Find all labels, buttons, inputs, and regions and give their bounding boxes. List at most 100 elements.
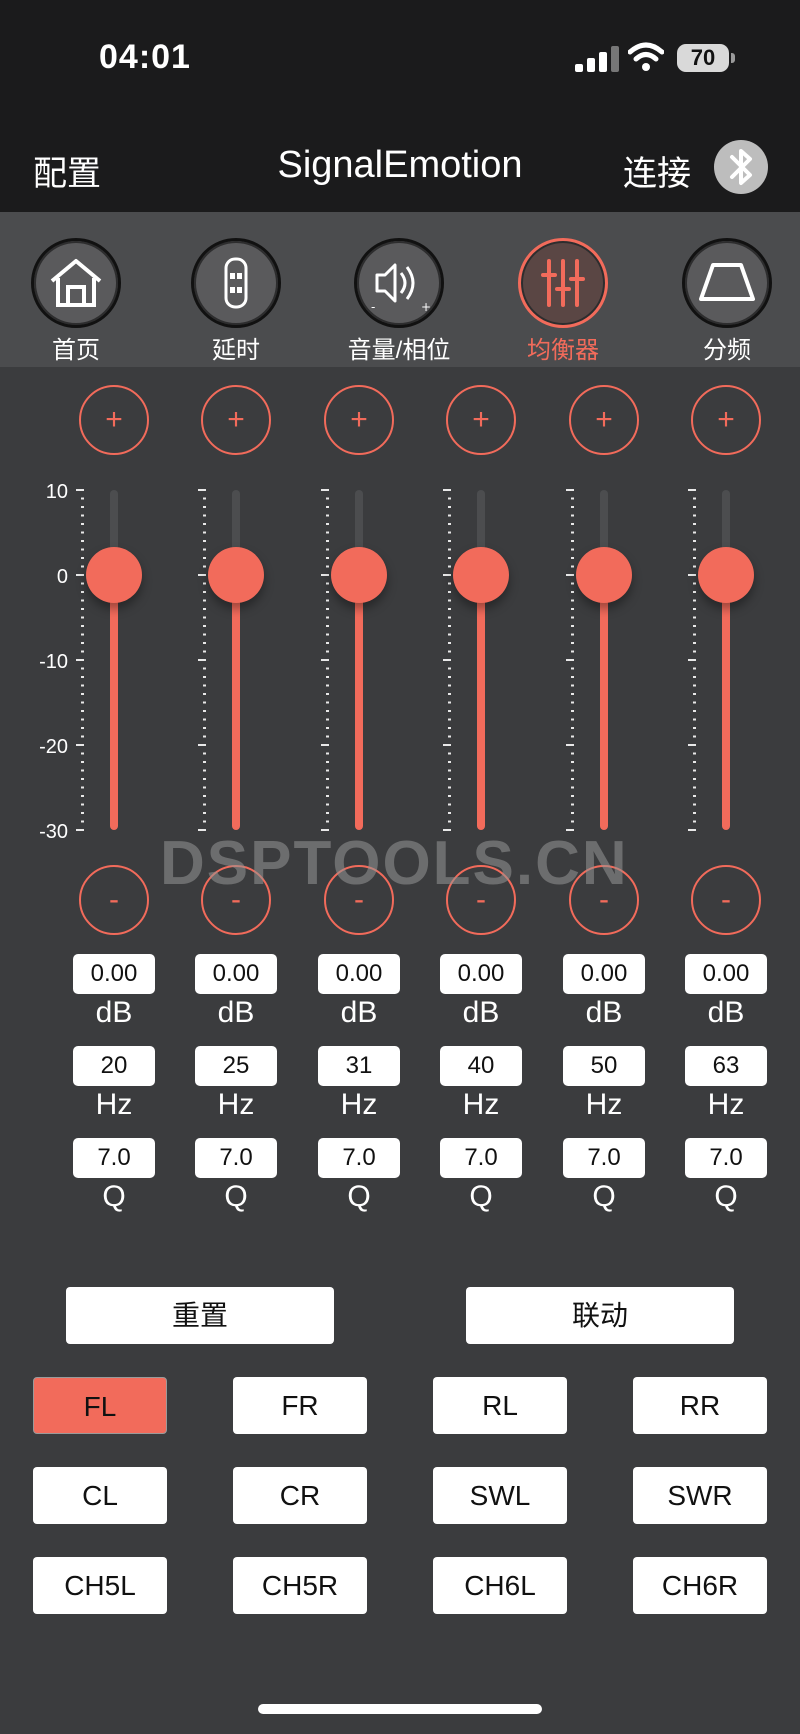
band-5-freq-unit: Hz [585,1088,623,1121]
band-5-q-field[interactable]: 7.0 [563,1138,645,1178]
band-1-q-field[interactable]: 7.0 [73,1138,155,1178]
band-5-tick-scale [566,489,574,831]
band-1-q-unit: Q [102,1180,126,1213]
band-5-slider-knob[interactable] [576,547,632,603]
band-6-plus-button[interactable]: + [691,385,761,455]
band-6-minus-button[interactable]: - [691,865,761,935]
band-1-minus-button[interactable]: - [79,865,149,935]
band-2-q-unit: Q [224,1180,248,1213]
band-2-tick-scale [198,489,206,831]
band-4-q-field[interactable]: 7.0 [440,1138,522,1178]
home-indicator [258,1704,542,1714]
channel-button-rr[interactable]: RR [633,1377,767,1434]
app-header: 配置 SignalEmotion 连接 [0,110,800,212]
band-2-freq-unit: Hz [217,1088,255,1121]
band-3-tick-scale [321,489,329,831]
reset-button[interactable]: 重置 [66,1287,334,1344]
channel-button-swr[interactable]: SWR [633,1467,767,1524]
tab-home-label: 首页 [52,337,100,364]
band-4-track-fill [477,575,485,830]
channel-button-cr[interactable]: CR [233,1467,367,1524]
band-1-freq-unit: Hz [95,1088,133,1121]
band-1-gain-unit: dB [95,996,133,1029]
band-6-tick-scale [688,489,696,831]
band-4-tick-scale [443,489,451,831]
channel-button-swl[interactable]: SWL [433,1467,567,1524]
svg-text:+: + [421,300,431,314]
tab-home-circle [31,238,121,328]
tab-volume-phase[interactable]: - + 音量/相位 [329,222,469,364]
band-4-gain-unit: dB [462,996,500,1029]
status-bar: 04:01 70 [0,0,800,110]
link-button[interactable]: 联动 [466,1287,734,1344]
equalizer-icon [541,259,585,307]
battery-nub [731,53,735,63]
band-3-plus-button[interactable]: + [324,385,394,455]
band-2-freq-field[interactable]: 25 [195,1046,277,1086]
band-2-q-field[interactable]: 7.0 [195,1138,277,1178]
tab-volume-phase-circle: - + [354,238,444,328]
channel-button-fr[interactable]: FR [233,1377,367,1434]
band-1-track-fill [110,575,118,830]
band-4-freq-unit: Hz [462,1088,500,1121]
band-6-gain-unit: dB [707,996,745,1029]
scale-label-10: 10 [45,481,68,503]
tab-equalizer-circle [518,238,608,328]
bluetooth-icon[interactable] [714,140,768,194]
band-4-slider-knob[interactable] [453,547,509,603]
channel-button-ch5l[interactable]: CH5L [33,1557,167,1614]
channel-button-ch6l[interactable]: CH6L [433,1557,567,1614]
band-4-freq-field[interactable]: 40 [440,1046,522,1086]
channel-button-fl[interactable]: FL [33,1377,167,1434]
band-6-q-field[interactable]: 7.0 [685,1138,767,1178]
band-5-plus-button[interactable]: + [569,385,639,455]
band-4-plus-button[interactable]: + [446,385,516,455]
band-3-freq-field[interactable]: 31 [318,1046,400,1086]
svg-text:-: - [371,300,375,314]
speaker-phase-icon: - + [371,263,431,314]
band-3-gain-field[interactable]: 0.00 [318,954,400,994]
channel-button-cl[interactable]: CL [33,1467,167,1524]
band-6-gain-field[interactable]: 0.00 [685,954,767,994]
tab-crossover-circle [682,238,772,328]
band-3-freq-unit: Hz [340,1088,378,1121]
band-1-freq-field[interactable]: 20 [73,1046,155,1086]
band-4-gain-field[interactable]: 0.00 [440,954,522,994]
band-2-gain-field[interactable]: 0.00 [195,954,277,994]
car-seat-icon [224,257,248,309]
home-icon [50,259,102,307]
band-6-slider-knob[interactable] [698,547,754,603]
band-3-track-fill [355,575,363,830]
watermark: DSPTOOLS.CN [160,829,629,898]
channel-button-rl[interactable]: RL [433,1377,567,1434]
scale-label-minus30: -30 [39,821,68,843]
band-3-q-field[interactable]: 7.0 [318,1138,400,1178]
band-6-q-unit: Q [714,1180,738,1213]
band-3-slider-knob[interactable] [331,547,387,603]
band-5-track-fill [600,575,608,830]
channel-button-ch5r[interactable]: CH5R [233,1557,367,1614]
status-time: 04:01 [99,38,191,76]
connect-button[interactable]: 连接 [623,146,691,195]
band-2-plus-button[interactable]: + [201,385,271,455]
tab-home[interactable]: 首页 [6,222,146,364]
band-2-slider-knob[interactable] [208,547,264,603]
band-1-slider-knob[interactable] [86,547,142,603]
band-6-track-fill [722,575,730,830]
channel-button-ch6r[interactable]: CH6R [633,1557,767,1614]
band-1-gain-field[interactable]: 0.00 [73,954,155,994]
battery-icon: 70 [677,44,729,72]
tab-delay-circle [191,238,281,328]
band-5-freq-field[interactable]: 50 [563,1046,645,1086]
band-3-gain-unit: dB [340,996,378,1029]
tab-crossover-label: 分频 [703,337,751,364]
equalizer-panel: 10 0 -10 -20 -30 + -0.00 dB 20 Hz 7.0 Q + -0.00 d… [0,367,800,1267]
band-2-gain-unit: dB [217,996,255,1029]
tab-equalizer[interactable]: 均衡器 [493,222,633,364]
tab-crossover[interactable]: 分频 [657,222,797,364]
tab-delay[interactable]: 延时 [166,222,306,364]
band-5-gain-field[interactable]: 0.00 [563,954,645,994]
band-1-plus-button[interactable]: + [79,385,149,455]
band-4-q-unit: Q [469,1180,493,1213]
band-6-freq-field[interactable]: 63 [685,1046,767,1086]
